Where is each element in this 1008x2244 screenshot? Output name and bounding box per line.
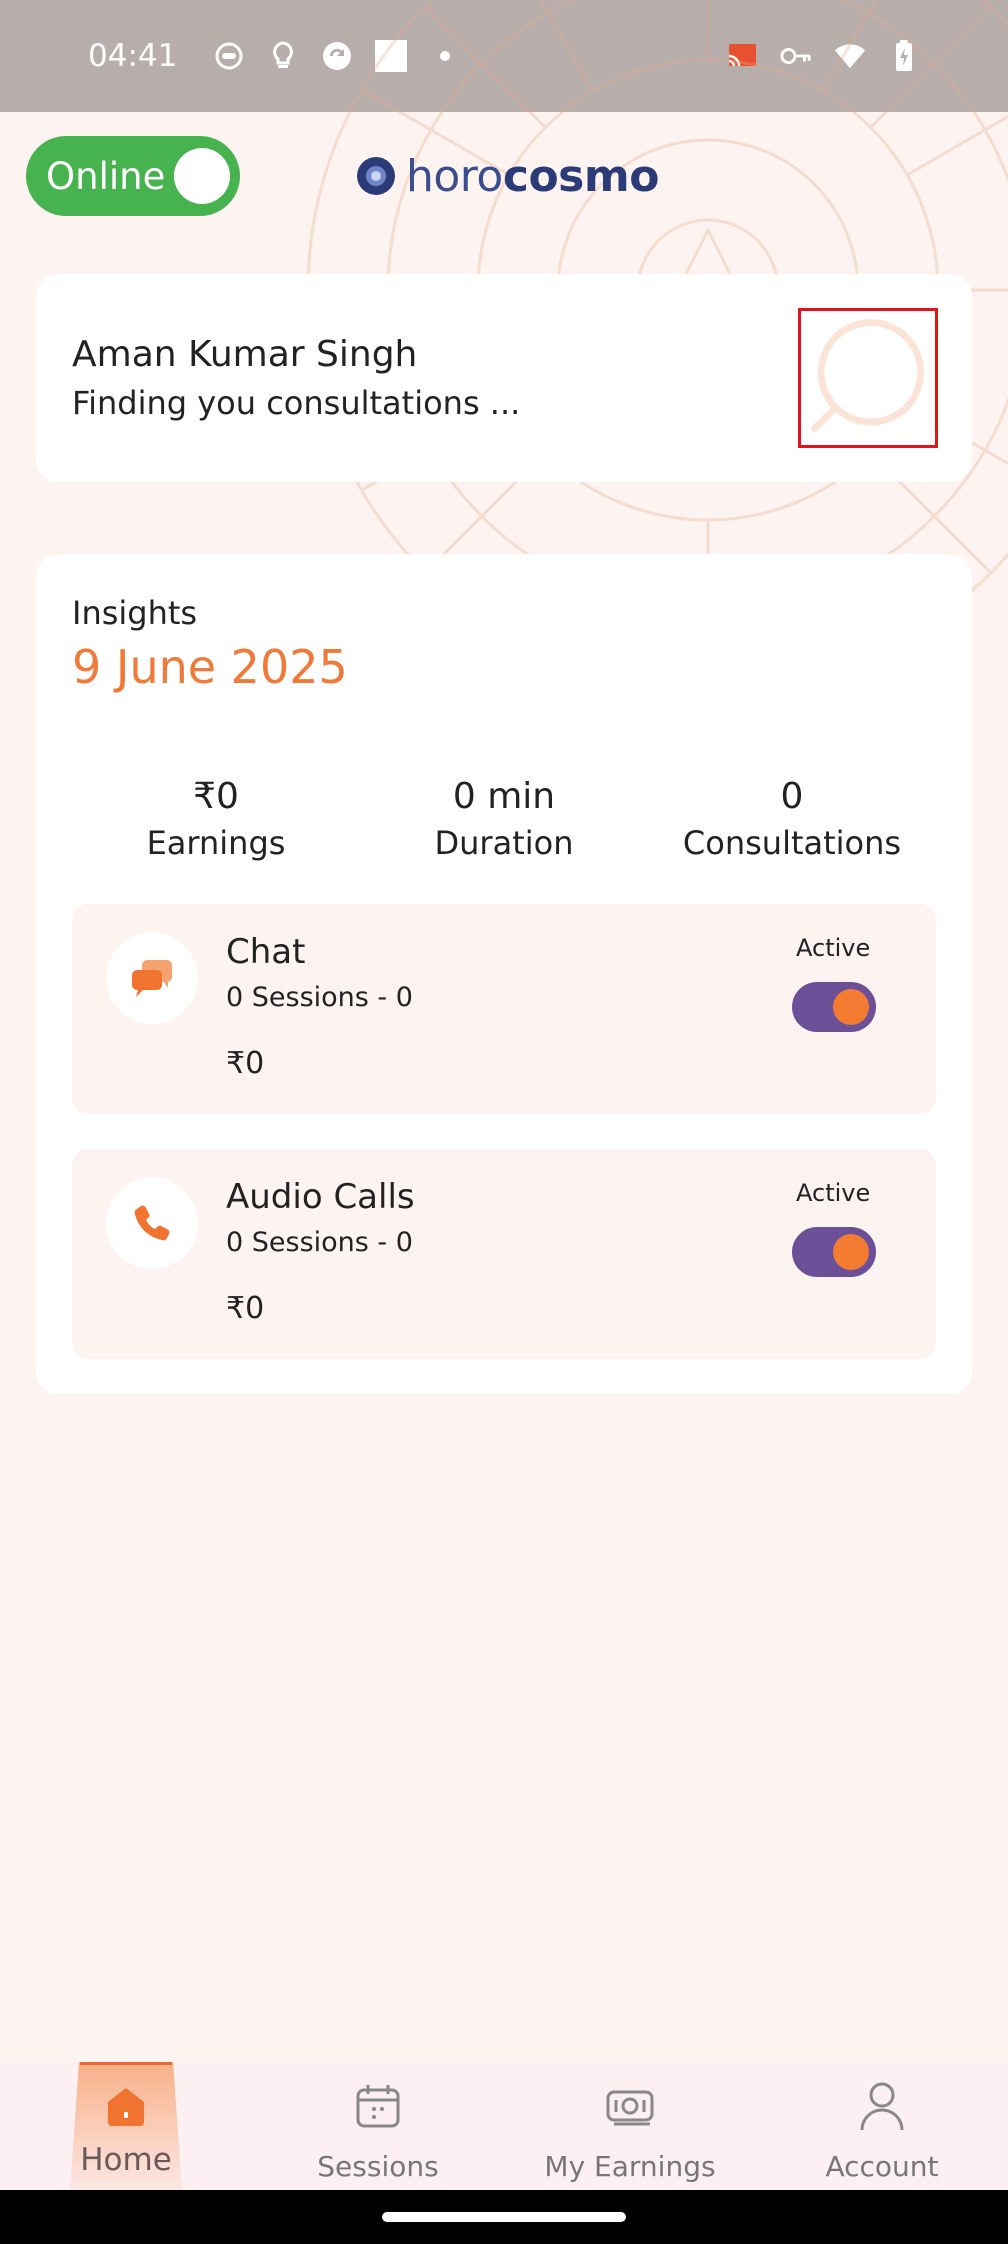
nav-label: Sessions	[317, 2150, 439, 2183]
service-title: Chat	[226, 932, 306, 972]
status-time: 04:41	[88, 38, 178, 74]
cast-icon	[726, 40, 758, 72]
service-chat: Chat 0 Sessions - 0 ₹0 Active	[72, 904, 936, 1114]
status-icons-right	[726, 40, 920, 72]
key-icon	[780, 40, 812, 72]
profile-card: Aman Kumar Singh Finding you consultatio…	[36, 274, 972, 482]
stat-value: ₹0	[193, 776, 239, 817]
service-status-label: Active	[796, 1179, 871, 1207]
brand-suffix: cosmo	[502, 150, 660, 202]
nav-sessions[interactable]: Sessions	[252, 2062, 504, 2190]
face-icon	[213, 40, 245, 72]
service-audio-calls: Audio Calls 0 Sessions - 0 ₹0 Active	[72, 1149, 936, 1359]
nav-home[interactable]: Home	[0, 2062, 252, 2190]
brand-logo: horocosmo	[356, 150, 659, 202]
nav-label: Account	[825, 2150, 939, 2183]
profile-name: Aman Kumar Singh	[72, 334, 418, 375]
calendar-icon	[350, 2078, 406, 2134]
stat-value: 0	[780, 776, 804, 817]
phone-icon	[134, 1205, 170, 1241]
brand-prefix: horo	[406, 150, 503, 202]
nav-label: My Earnings	[544, 2150, 716, 2183]
square-icon	[375, 40, 408, 72]
nav-account[interactable]: Account	[756, 2062, 1008, 2190]
money-icon	[602, 2078, 658, 2134]
service-amount: ₹0	[226, 1046, 265, 1081]
stat-label: Duration	[434, 824, 574, 862]
stat-value: 0 min	[452, 776, 556, 817]
profile-status: Finding you consultations ...	[72, 384, 521, 422]
insights-stats: ₹0 Earnings 0 min Duration 0 Consultatio…	[72, 774, 936, 866]
gesture-bar	[0, 2190, 1008, 2244]
nav-active-bar	[80, 2062, 172, 2065]
home-icon	[98, 2078, 154, 2134]
service-title: Audio Calls	[226, 1177, 415, 1217]
insights-card: Insights 9 June 2025 ₹0 Earnings 0 min D…	[36, 554, 972, 1394]
person-icon	[854, 2078, 910, 2134]
nav-label: Home	[80, 2142, 172, 2178]
bulb-icon	[267, 40, 299, 72]
chat-icon-wrap	[106, 932, 198, 1024]
insights-label: Insights	[72, 594, 198, 632]
status-bar: 04:41	[0, 0, 1008, 112]
sync-icon	[321, 40, 353, 72]
switch-knob	[833, 1234, 869, 1270]
online-toggle[interactable]: Online	[26, 136, 240, 216]
phone-icon-wrap	[106, 1177, 198, 1269]
dot-icon	[429, 40, 461, 72]
service-sessions: 0 Sessions - 0	[226, 1227, 413, 1258]
chat-active-switch[interactable]	[792, 982, 876, 1032]
home-gesture-pill[interactable]	[382, 2212, 626, 2222]
stat-earnings: ₹0 Earnings	[72, 774, 360, 866]
insights-date: 9 June 2025	[72, 640, 348, 694]
online-label: Online	[46, 154, 166, 198]
bottom-nav: Home Sessions My Earnings Account	[0, 2062, 1008, 2190]
stat-label: Earnings	[146, 824, 286, 862]
service-sessions: 0 Sessions - 0	[226, 982, 413, 1013]
service-amount: ₹0	[226, 1291, 265, 1326]
online-toggle-knob	[174, 148, 230, 204]
nav-my-earnings[interactable]: My Earnings	[504, 2062, 756, 2190]
audio-active-switch[interactable]	[792, 1227, 876, 1277]
stat-duration: 0 min Duration	[360, 774, 648, 866]
brand-mark-icon	[357, 157, 395, 195]
status-icons-left	[213, 40, 461, 72]
service-status-label: Active	[796, 934, 871, 962]
stat-label: Consultations	[682, 824, 902, 862]
brand-name: horocosmo	[406, 151, 659, 202]
search-icon	[811, 319, 924, 433]
switch-knob	[833, 989, 869, 1025]
battery-icon	[888, 40, 920, 72]
stat-consultations: 0 Consultations	[648, 774, 936, 866]
search-button[interactable]	[798, 308, 938, 448]
wifi-icon	[834, 40, 866, 72]
chat-icon	[132, 960, 172, 997]
